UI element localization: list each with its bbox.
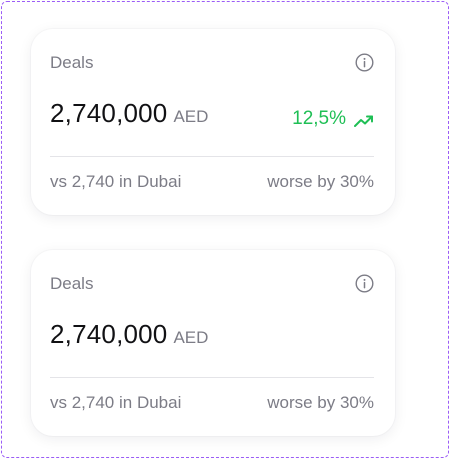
card-title: Deals [50, 53, 94, 72]
comparison-result: worse by 30% [267, 172, 374, 191]
component-frame: Deals 2,740,000 AED 12,5% vs 2,740 in Du… [1, 1, 449, 458]
divider [50, 156, 374, 157]
comparison-result: worse by 30% [267, 393, 374, 412]
change-percent: 12,5% [292, 108, 346, 129]
divider [50, 377, 374, 378]
info-icon[interactable] [355, 274, 374, 293]
trend-up-icon [354, 112, 374, 127]
comparison-text: vs 2,740 in Dubai [50, 393, 182, 412]
value-row: 2,740,000 AED 12,5% [50, 98, 374, 134]
comparison-text: vs 2,740 in Dubai [50, 172, 182, 191]
value-row: 2,740,000 AED [50, 319, 374, 355]
amount-value: 2,740,000 [50, 98, 168, 128]
amount-value: 2,740,000 [50, 319, 168, 349]
currency-label: AED [173, 107, 209, 126]
deal-amount: 2,740,000 AED [50, 319, 208, 353]
deals-stat-card: Deals 2,740,000 AED vs 2,740 in Dubai wor… [31, 250, 395, 436]
deals-stat-card: Deals 2,740,000 AED 12,5% vs 2,740 in Du… [31, 29, 395, 215]
currency-label: AED [173, 328, 209, 347]
card-title: Deals [50, 274, 94, 293]
change-indicator: 12,5% [292, 108, 374, 130]
info-icon[interactable] [355, 53, 374, 72]
deal-amount: 2,740,000 AED [50, 98, 208, 132]
